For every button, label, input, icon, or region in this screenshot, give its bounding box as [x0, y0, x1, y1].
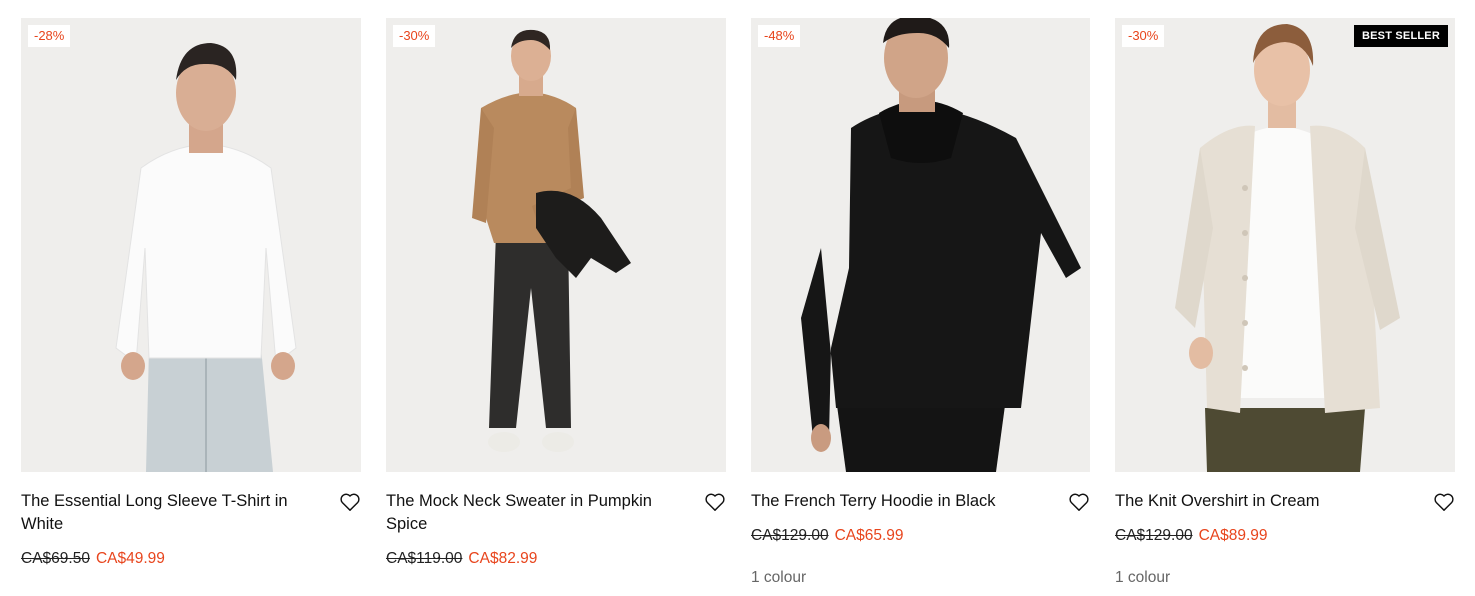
- product-card[interactable]: -48% The French Terry Hoodie in Black CA…: [751, 18, 1090, 588]
- model-white-tee-illustration: [21, 18, 361, 472]
- product-info: The Knit Overshirt in Cream CA$129.00 CA$…: [1115, 490, 1455, 588]
- product-title[interactable]: The Essential Long Sleeve T-Shirt in Whi…: [21, 490, 301, 536]
- sale-price: CA$49.99: [95, 550, 165, 567]
- colour-count: 1 colour: [751, 569, 807, 586]
- product-card[interactable]: -28% The Essential Long Sleeve T-Shirt i…: [21, 18, 361, 569]
- product-info: The Essential Long Sleeve T-Shirt in Whi…: [21, 490, 361, 569]
- original-price: CA$119.00: [386, 550, 463, 567]
- original-price: CA$69.50: [21, 550, 90, 567]
- product-card[interactable]: -30% The Mock Neck Sweater in Pumpkin Sp…: [386, 18, 726, 569]
- original-price: CA$129.00: [751, 527, 829, 544]
- product-title[interactable]: The French Terry Hoodie in Black: [751, 490, 1031, 513]
- product-title[interactable]: The Knit Overshirt in Cream: [1115, 490, 1395, 513]
- price-row: CA$119.00 CA$82.99: [386, 549, 726, 569]
- original-price: CA$129.00: [1115, 527, 1193, 544]
- discount-badge: -30%: [393, 25, 436, 47]
- colour-count: 1 colour: [1115, 569, 1171, 586]
- model-hoodie-illustration: [751, 18, 1090, 472]
- model-overshirt-illustration: [1115, 18, 1455, 472]
- sale-price: CA$82.99: [468, 550, 538, 567]
- model-sweater-illustration: [386, 18, 726, 472]
- sale-price: CA$65.99: [834, 527, 904, 544]
- price-row: CA$129.00 CA$89.99: [1115, 526, 1455, 546]
- heart-outline-icon[interactable]: [1068, 492, 1090, 512]
- product-grid: -28% The Essential Long Sleeve T-Shirt i…: [0, 0, 1475, 596]
- heart-outline-icon[interactable]: [704, 492, 726, 512]
- product-title[interactable]: The Mock Neck Sweater in Pumpkin Spice: [386, 490, 666, 536]
- heart-outline-icon[interactable]: [339, 492, 361, 512]
- discount-badge: -30%: [1122, 25, 1165, 47]
- product-image[interactable]: -30%: [386, 18, 726, 472]
- price-row: CA$69.50 CA$49.99: [21, 549, 361, 569]
- product-image[interactable]: -28%: [21, 18, 361, 472]
- discount-badge: -48%: [758, 25, 801, 47]
- product-image[interactable]: -48%: [751, 18, 1090, 472]
- product-info: The Mock Neck Sweater in Pumpkin Spice C…: [386, 490, 726, 569]
- product-info: The French Terry Hoodie in Black CA$129.…: [751, 490, 1090, 588]
- price-row: CA$129.00 CA$65.99: [751, 526, 1090, 546]
- product-image[interactable]: -30% BEST SELLER: [1115, 18, 1455, 472]
- heart-outline-icon[interactable]: [1433, 492, 1455, 512]
- sale-price: CA$89.99: [1198, 527, 1268, 544]
- best-seller-badge: BEST SELLER: [1354, 25, 1448, 47]
- product-card[interactable]: -30% BEST SELLER The Knit Overshirt in C…: [1115, 18, 1455, 588]
- discount-badge: -28%: [28, 25, 71, 47]
